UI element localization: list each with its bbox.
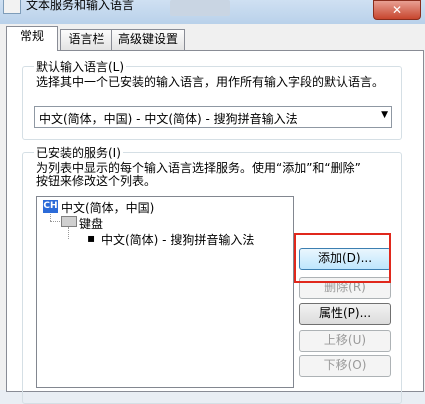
keyboard-icon: [61, 216, 77, 227]
window-icon: [3, 0, 21, 14]
tree-connector: [50, 214, 51, 221]
properties-button[interactable]: 属性(P)...: [299, 303, 391, 325]
tab-general[interactable]: 常规: [6, 26, 58, 51]
close-button[interactable]: ✕: [373, 0, 421, 20]
default-language-label: 默认输入语言(L): [34, 58, 127, 75]
default-language-description: 选择其中一个已安装的输入语言，用作所有输入字段的默认语言。: [36, 75, 385, 89]
blurred-region: [170, 0, 230, 16]
tree-connector: [68, 227, 69, 239]
dropdown-selected-value: 中文(简体，中国) - 中文(简体) - 搜狗拼音输入法: [39, 112, 298, 126]
move-down-button[interactable]: 下移(O): [299, 355, 391, 377]
window-title: 文本服务和输入语言: [26, 0, 135, 12]
highlight-box: [294, 233, 391, 283]
tree-item-service[interactable]: 中文(简体) - 搜狗拼音输入法: [101, 231, 254, 248]
tree-item-bullet: ▪: [87, 231, 96, 245]
tab-advanced-key-settings[interactable]: 高级键设置: [111, 29, 185, 50]
language-badge-icon: CH: [43, 200, 58, 213]
installed-services-description-line2: 按钮来修改这个列表。: [36, 174, 157, 188]
chevron-down-icon[interactable]: ▼: [381, 110, 388, 120]
tree-connector: [50, 221, 60, 222]
move-up-button[interactable]: 上移(U): [299, 330, 391, 352]
tree-item-keyboard[interactable]: 键盘: [79, 215, 103, 232]
installed-services-tree[interactable]: CH 中文(简体，中国) 键盘 ▪ 中文(简体) - 搜狗拼音输入法: [36, 196, 294, 388]
installed-services-label: 已安装的服务(I): [34, 144, 123, 161]
tab-language-bar[interactable]: 语言栏: [60, 29, 113, 50]
default-language-dropdown[interactable]: 中文(简体，中国) - 中文(简体) - 搜狗拼音输入法 ▼: [34, 106, 392, 128]
title-bar: 文本服务和输入语言 ✕: [0, 0, 425, 24]
tree-item-language[interactable]: 中文(简体，中国): [61, 199, 154, 216]
